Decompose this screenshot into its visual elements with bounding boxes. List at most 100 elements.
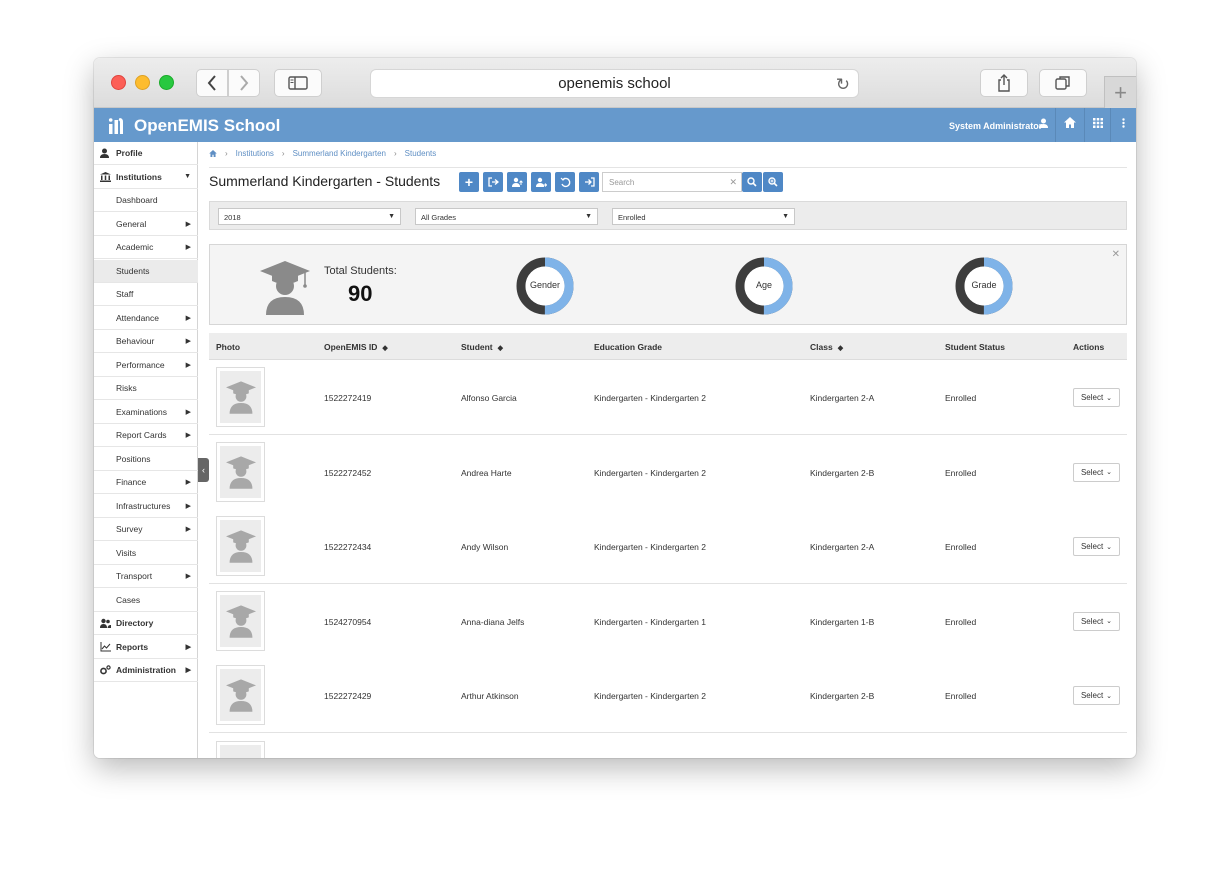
- sidebar-item-transport[interactable]: Transport ▶: [94, 565, 198, 588]
- search-placeholder: Search: [609, 178, 635, 187]
- import-button[interactable]: [483, 172, 503, 192]
- search-button[interactable]: [742, 172, 762, 192]
- cell-student-name[interactable]: Andy Wilson: [461, 542, 508, 552]
- sidebar-item-staff[interactable]: Staff: [94, 283, 198, 306]
- close-icon[interactable]: ✕: [1112, 249, 1120, 260]
- address-bar[interactable]: openemis school ↻: [370, 69, 859, 98]
- sidebar-item-general[interactable]: General ▶: [94, 213, 198, 236]
- age-chart-label: Age: [755, 280, 772, 290]
- zoom-in-icon: [768, 177, 778, 187]
- student-avatar-icon: [225, 679, 256, 713]
- search-input[interactable]: Search ✕: [602, 172, 742, 192]
- collapse-sidebar-button[interactable]: ‹: [198, 458, 209, 482]
- home-icon[interactable]: [1064, 117, 1076, 131]
- promote-button[interactable]: [507, 172, 527, 192]
- column-openemis-id[interactable]: OpenEMIS ID ◆: [324, 342, 388, 352]
- undo-button[interactable]: [555, 172, 575, 192]
- breadcrumb-school[interactable]: Summerland Kindergarten: [293, 149, 386, 158]
- close-window-button[interactable]: [111, 75, 126, 90]
- maximize-window-button[interactable]: [159, 75, 174, 90]
- advanced-search-button[interactable]: [763, 172, 783, 192]
- cell-student-name[interactable]: Anna-diana Jelfs: [461, 617, 524, 627]
- sidebar-item-positions[interactable]: Positions: [94, 448, 198, 471]
- row-action-select-button[interactable]: Select ⌄: [1073, 388, 1120, 407]
- tabs-overview-button[interactable]: [1039, 69, 1087, 97]
- sidebar-item-academic[interactable]: Academic ▶: [94, 236, 198, 259]
- back-button[interactable]: [196, 69, 228, 97]
- column-class[interactable]: Class ◆: [810, 342, 843, 352]
- transfer-button[interactable]: [531, 172, 551, 192]
- caret-right-icon: ▶: [185, 244, 191, 251]
- sidebar-item-students[interactable]: Students: [94, 259, 198, 283]
- user-icon[interactable]: [1039, 117, 1048, 131]
- sidebar-item-examinations[interactable]: Examinations ▶: [94, 401, 198, 424]
- sidebar-item-label: Dashboard: [116, 195, 158, 205]
- cell-education-grade: Kindergarten - Kindergarten 2: [594, 393, 706, 403]
- sidebar-item-administration[interactable]: Administration ▶: [94, 659, 198, 682]
- breadcrumb-students[interactable]: Students: [405, 149, 437, 158]
- sidebar-item-directory[interactable]: Directory: [94, 612, 198, 635]
- table-row: 1522272434 Andy Wilson Kindergarten - Kind…: [209, 509, 1127, 585]
- caret-right-icon: ▶: [185, 432, 191, 439]
- grade-select[interactable]: All Grades ▼: [415, 208, 598, 225]
- browser-toolbar: openemis school ↻ +: [94, 58, 1136, 108]
- forward-button[interactable]: [228, 69, 260, 97]
- table-header: Photo OpenEMIS ID ◆ Student ◆ Education Gr…: [209, 333, 1127, 360]
- photo-placeholder: [220, 520, 261, 573]
- sidebar-item-survey[interactable]: Survey ▶: [94, 518, 198, 541]
- undo-icon: [560, 177, 570, 187]
- browser-window: openemis school ↻ + OpenEMIS School Syst…: [94, 58, 1136, 758]
- sidebar-item-visits[interactable]: Visits: [94, 542, 198, 565]
- row-action-select-button[interactable]: Select ⌄: [1073, 462, 1120, 482]
- sort-icon[interactable]: ◆: [382, 345, 387, 352]
- sidebar-item-reports[interactable]: Reports ▶: [94, 636, 198, 659]
- sort-icon[interactable]: ◆: [498, 345, 503, 352]
- cell-student-name[interactable]: Arthur Atkinson: [461, 691, 519, 701]
- share-button[interactable]: [980, 69, 1028, 97]
- row-action-select-button[interactable]: Select ⌄: [1073, 537, 1120, 557]
- sidebar-item-behaviour[interactable]: Behaviour ▶: [94, 330, 198, 353]
- select-label: Select: [1080, 542, 1104, 552]
- institution-icon: [100, 171, 111, 185]
- cell-student-status: Enrolled: [945, 542, 977, 553]
- add-student-button[interactable]: +: [459, 172, 479, 192]
- breadcrumb-institutions[interactable]: Institutions: [236, 149, 274, 158]
- sidebar-item-report-cards[interactable]: Report Cards ▶: [94, 424, 198, 447]
- breadcrumb-separator: ›: [281, 149, 285, 158]
- sidebar-item-institutions[interactable]: Institutions ▼: [94, 166, 198, 189]
- sidebar-item-profile[interactable]: Profile: [94, 142, 198, 165]
- sort-icon[interactable]: ◆: [838, 345, 843, 352]
- caret-right-icon: ▶: [185, 408, 191, 416]
- share-icon: [998, 74, 1010, 92]
- home-icon[interactable]: [209, 150, 217, 157]
- apps-grid-icon[interactable]: [1093, 117, 1103, 131]
- sidebar-item-dashboard[interactable]: Dashboard: [94, 189, 198, 212]
- cell-class: Kindergarten 1-B: [810, 616, 875, 627]
- sidebar-item-attendance[interactable]: Attendance ▶: [94, 307, 198, 330]
- status-value: Enrolled: [618, 213, 646, 222]
- chevron-down-icon: ⌄: [1106, 618, 1113, 626]
- row-action-select-button[interactable]: Select ⌄: [1073, 611, 1120, 631]
- more-options-icon[interactable]: [1122, 117, 1125, 131]
- reload-icon[interactable]: ↻: [836, 75, 850, 95]
- table-row: 1522272452 Andrea Harte Kindergarten - Kin…: [209, 434, 1127, 510]
- sidebar-item-finance[interactable]: Finance ▶: [94, 471, 198, 494]
- sidebar-item-infrastructures[interactable]: Infrastructures ▶: [94, 495, 198, 518]
- row-action-select-button[interactable]: Select ⌄: [1073, 686, 1120, 706]
- status-select[interactable]: Enrolled ▼: [612, 208, 795, 225]
- sidebar-toggle-button[interactable]: [274, 69, 322, 97]
- sidebar-item-label: Behaviour: [116, 336, 155, 346]
- new-tab-button[interactable]: +: [1104, 76, 1136, 108]
- sidebar-item-cases[interactable]: Cases: [94, 589, 198, 612]
- cell-student-name[interactable]: Alfonso Garcia: [461, 393, 517, 403]
- export-button[interactable]: [579, 172, 599, 192]
- clear-search-icon[interactable]: ✕: [729, 177, 737, 188]
- column-student[interactable]: Student ◆: [461, 342, 503, 352]
- current-user-name[interactable]: System Administrator: [949, 121, 1042, 131]
- sidebar-item-risks[interactable]: Risks: [94, 377, 198, 400]
- minimize-window-button[interactable]: [135, 75, 150, 90]
- sidebar-item-performance[interactable]: Performance ▶: [94, 354, 198, 377]
- academic-period-select[interactable]: 2018 ▼: [218, 208, 401, 225]
- cell-student-name[interactable]: Andrea Harte: [461, 468, 512, 478]
- cell-student-status: Enrolled: [945, 393, 977, 403]
